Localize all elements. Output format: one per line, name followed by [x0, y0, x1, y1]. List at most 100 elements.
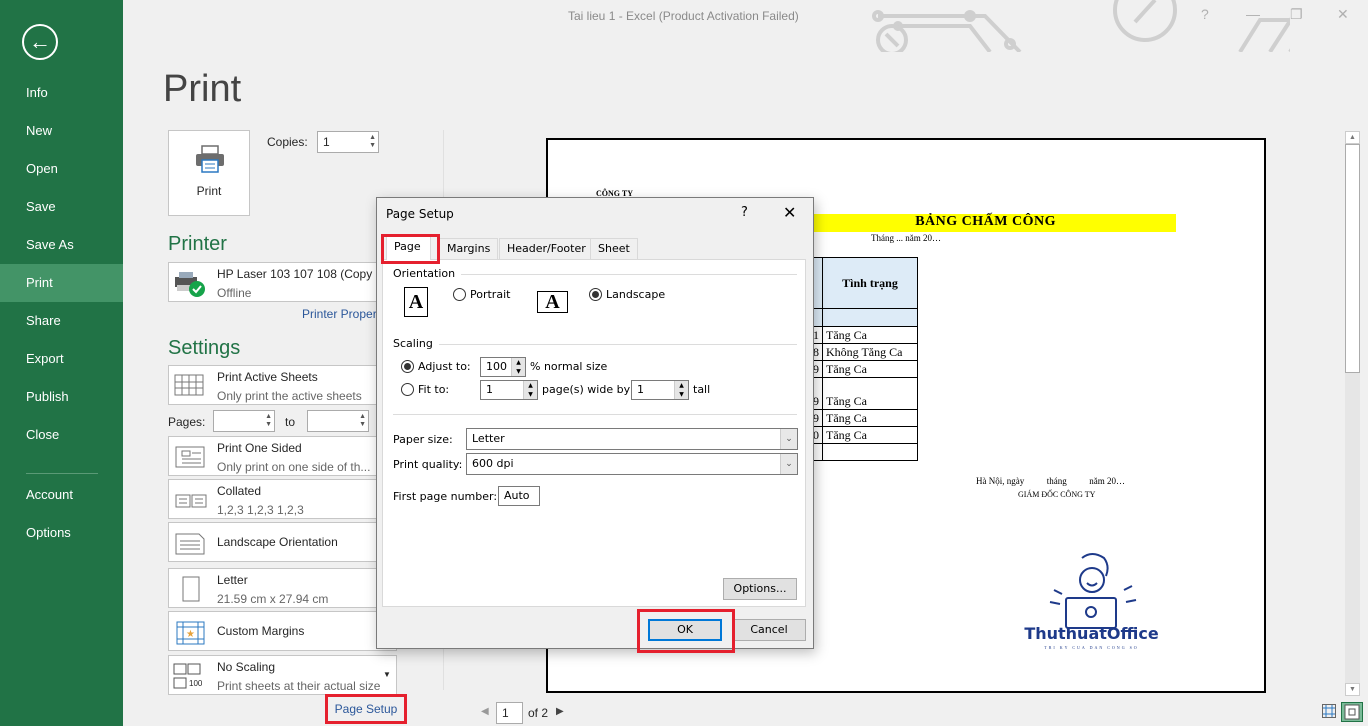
- sidebar-item-account[interactable]: Account: [0, 476, 123, 514]
- orientation-group-label: Orientation: [393, 267, 456, 280]
- arrow-left-icon: ←: [29, 29, 51, 54]
- scaling-title: No Scaling: [217, 660, 276, 674]
- print-what-selector[interactable]: Print Active Sheets Only print the activ…: [168, 365, 397, 405]
- ok-button[interactable]: OK: [648, 619, 722, 641]
- collation-subtitle: 1,2,3 1,2,3 1,2,3: [217, 503, 304, 517]
- spinner-arrows-icon[interactable]: ▲ ▼: [523, 381, 537, 399]
- adjust-to-radio[interactable]: [401, 360, 414, 373]
- sidebar-item-print[interactable]: Print: [0, 264, 123, 302]
- sidebar-item-publish[interactable]: Publish: [0, 378, 123, 416]
- portrait-label[interactable]: Portrait: [470, 288, 510, 301]
- spinner-arrows-icon[interactable]: ▲ ▼: [674, 381, 688, 399]
- portrait-page-icon: A: [404, 287, 428, 317]
- adjust-percent-input[interactable]: 100 ▲ ▼: [480, 357, 526, 377]
- close-window-button[interactable]: ✕: [1337, 6, 1349, 23]
- printer-status: Offline: [217, 286, 252, 300]
- window-title: Tai lieu 1 - Excel (Product Activation F…: [568, 9, 799, 23]
- backstage-sidebar: ← Info New Open Save Save As Print Share…: [0, 0, 123, 726]
- spinner-arrows-icon[interactable]: ▲ ▼: [369, 134, 376, 150]
- previous-page-button[interactable]: ◀: [481, 706, 489, 717]
- circuit-decoration: [872, 0, 1290, 52]
- restore-button[interactable]: ❐: [1290, 6, 1303, 23]
- tab-sheet[interactable]: Sheet: [590, 238, 638, 259]
- print-quality-select[interactable]: 600 dpi ⌄: [466, 453, 798, 475]
- group-divider: [439, 344, 797, 345]
- page-number-input[interactable]: 1: [496, 702, 523, 724]
- sidebar-item-save-as[interactable]: Save As: [0, 226, 123, 264]
- spinner-arrows-icon[interactable]: ▲ ▼: [265, 413, 272, 429]
- margins-selector[interactable]: ★ Custom Margins: [168, 611, 397, 651]
- minimize-button[interactable]: —: [1246, 6, 1260, 22]
- fit-to-label[interactable]: Fit to:: [418, 383, 449, 396]
- orientation-selector[interactable]: Landscape Orientation: [168, 522, 397, 562]
- chevron-down-icon: ⌄: [780, 454, 797, 474]
- sidebar-item-info[interactable]: Info: [0, 74, 123, 112]
- page-count: of 2: [528, 706, 549, 720]
- sheet-subtitle: Tháng ... năm 20…: [871, 233, 941, 243]
- copies-stepper[interactable]: 1 ▲ ▼: [317, 131, 379, 153]
- printer-icon: [196, 145, 224, 173]
- printer-selector[interactable]: HP Laser 103 107 108 (Copy 1) Offline: [168, 262, 397, 302]
- sidebar-item-new[interactable]: New: [0, 112, 123, 150]
- show-margins-button[interactable]: [1322, 704, 1336, 718]
- sides-selector[interactable]: Print One Sided Only print on one side o…: [168, 436, 397, 476]
- back-button[interactable]: ←: [22, 24, 58, 60]
- dialog-title: Page Setup: [386, 207, 454, 221]
- collation-selector[interactable]: Collated 1,2,3 1,2,3 1,2,3: [168, 479, 397, 519]
- spinner-arrows-icon[interactable]: ▲ ▼: [511, 358, 525, 376]
- scroll-up-icon[interactable]: ▲: [1345, 131, 1360, 144]
- header-status: Tình trạng: [822, 257, 918, 309]
- pages-to-input[interactable]: ▲ ▼: [307, 410, 369, 432]
- logo-text: ThuthuatOffice: [1024, 624, 1159, 643]
- fit-to-radio[interactable]: [401, 383, 414, 396]
- preview-scrollbar[interactable]: ▲ ▼: [1345, 131, 1360, 696]
- sidebar-divider: [26, 473, 98, 474]
- print-button[interactable]: Print: [168, 130, 250, 216]
- tab-margins[interactable]: Margins: [439, 238, 499, 259]
- page-setup-link[interactable]: Page Setup: [325, 694, 407, 724]
- tab-header-footer[interactable]: Header/Footer: [499, 238, 594, 259]
- paper-size-select[interactable]: Letter ⌄: [466, 428, 798, 450]
- sidebar-item-save[interactable]: Save: [0, 188, 123, 226]
- chevron-down-icon: ⌄: [780, 429, 797, 449]
- landscape-label[interactable]: Landscape: [606, 288, 665, 301]
- paper-icon: [182, 576, 200, 602]
- pages-from-input[interactable]: ▲ ▼: [213, 410, 275, 432]
- help-icon[interactable]: ?: [741, 205, 748, 220]
- fit-wide-input[interactable]: 1 ▲ ▼: [480, 380, 538, 400]
- sidebar-item-export[interactable]: Export: [0, 340, 123, 378]
- fit-tall-input[interactable]: 1 ▲ ▼: [631, 380, 689, 400]
- pages-label: Pages:: [168, 415, 206, 429]
- help-button[interactable]: ?: [1201, 6, 1209, 22]
- paper-size-selector[interactable]: Letter 21.59 cm x 27.94 cm: [168, 568, 397, 608]
- options-button[interactable]: Options...: [723, 578, 797, 600]
- portrait-radio[interactable]: [453, 288, 466, 301]
- sides-title: Print One Sided: [217, 441, 302, 455]
- next-page-button[interactable]: ▶: [556, 706, 564, 717]
- tab-page[interactable]: Page: [386, 236, 431, 260]
- paper-size-label: Paper size:: [393, 433, 453, 446]
- sides-subtitle: Only print on one side of th...: [217, 460, 371, 474]
- svg-text:★: ★: [186, 629, 195, 640]
- settings-heading: Settings: [168, 337, 241, 359]
- paper-title: Letter: [217, 573, 248, 587]
- first-page-number-input[interactable]: Auto: [498, 486, 540, 506]
- close-icon[interactable]: ✕: [783, 203, 796, 222]
- cancel-button[interactable]: Cancel: [732, 619, 806, 641]
- print-button-label: Print: [196, 184, 222, 198]
- scaling-selector[interactable]: 100 No Scaling Print sheets at their act…: [168, 655, 397, 695]
- adjust-to-label[interactable]: Adjust to:: [418, 360, 471, 373]
- sidebar-item-share[interactable]: Share: [0, 302, 123, 340]
- landscape-radio[interactable]: [589, 288, 602, 301]
- sidebar-item-open[interactable]: Open: [0, 150, 123, 188]
- spinner-arrows-icon[interactable]: ▲ ▼: [359, 413, 366, 429]
- sidebar-item-close[interactable]: Close: [0, 416, 123, 454]
- page-setup-dialog: Page Setup ? ✕ Page Margins Header/Foote…: [376, 197, 814, 653]
- orientation-title: Landscape Orientation: [217, 535, 338, 549]
- logo-tagline: TRI KY CUA DAN CONG SO: [1044, 645, 1139, 650]
- zoom-to-page-button[interactable]: [1341, 702, 1363, 722]
- scrollbar-thumb[interactable]: [1345, 144, 1360, 373]
- sidebar-item-options[interactable]: Options: [0, 514, 123, 552]
- scroll-down-icon[interactable]: ▼: [1345, 683, 1360, 696]
- landscape-page-icon: A: [537, 291, 568, 313]
